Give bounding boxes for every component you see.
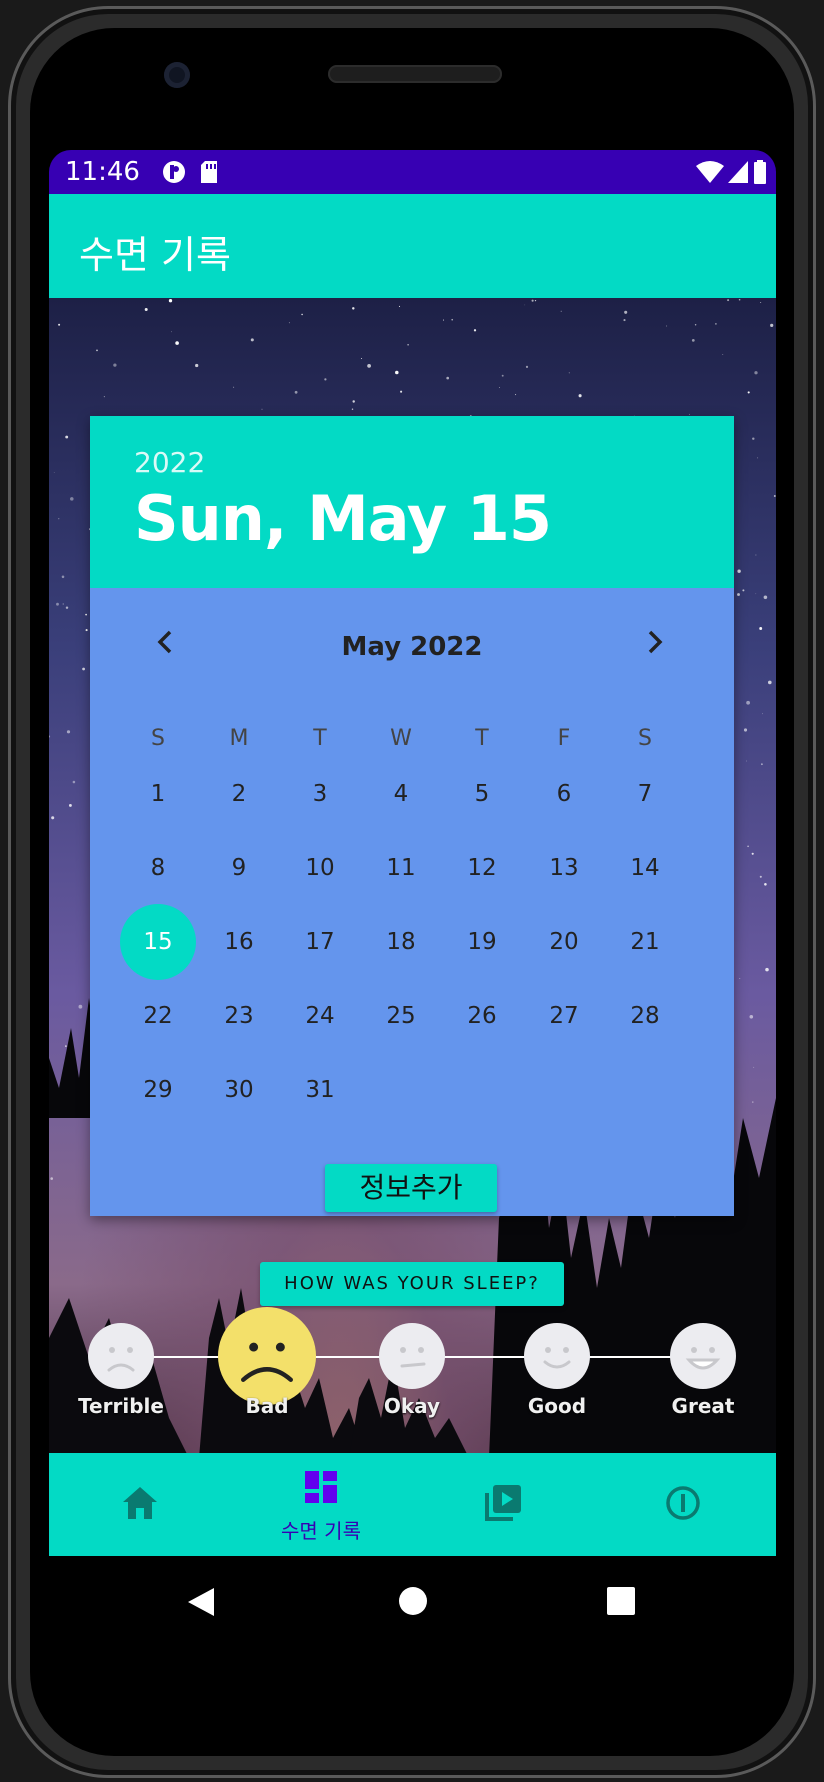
calendar-day[interactable]: 31 [282, 1052, 358, 1128]
chevron-right-icon[interactable] [634, 622, 674, 662]
calendar-day[interactable]: 27 [526, 978, 602, 1054]
wifi-icon [696, 161, 724, 183]
calendar-day[interactable]: 10 [282, 830, 358, 906]
weekday-label: S [151, 726, 165, 751]
calendar-day[interactable]: 9 [201, 830, 277, 906]
system-navigation-bar [0, 1556, 824, 1656]
calendar-day[interactable]: 16 [201, 904, 277, 980]
calendar-day[interactable]: 21 [607, 904, 683, 980]
weekday-label: T [313, 726, 327, 751]
rating-label-okay: Okay [383, 1394, 441, 1418]
header-year[interactable]: 2022 [134, 446, 205, 479]
face-terrible-icon[interactable] [88, 1323, 154, 1389]
calendar-day[interactable]: 11 [363, 830, 439, 906]
rating-label-bad: Bad [245, 1394, 289, 1418]
sd-card-icon [201, 161, 217, 183]
face-okay-icon[interactable] [379, 1323, 445, 1389]
bottom-navigation: 수면 기록 [49, 1453, 776, 1556]
calendar-day[interactable]: 13 [526, 830, 602, 906]
face-good-icon[interactable] [524, 1323, 590, 1389]
video-library-icon [485, 1485, 521, 1521]
calendar-day[interactable]: 6 [526, 756, 602, 832]
calendar-day[interactable]: 20 [526, 904, 602, 980]
calendar-day[interactable]: 26 [444, 978, 520, 1054]
calendar-day[interactable]: 17 [282, 904, 358, 980]
notification-app-icon [163, 161, 185, 183]
nav-item-sleep-record[interactable]: 수면 기록 [231, 1453, 411, 1556]
home-button-icon[interactable] [398, 1586, 428, 1616]
home-icon [123, 1487, 157, 1519]
face-bad-icon[interactable] [218, 1307, 316, 1405]
nav-item-sleep-record-label: 수면 기록 [281, 1519, 361, 1543]
status-bar: 11:46 [49, 150, 776, 194]
battery-icon [754, 160, 766, 184]
app-bar: 수면 기록 [49, 194, 776, 298]
status-time: 11:46 [65, 157, 140, 187]
dashboard-icon [305, 1471, 337, 1503]
recents-icon[interactable] [607, 1587, 635, 1615]
calendar-day[interactable]: 4 [363, 756, 439, 832]
calendar-day[interactable]: 1 [120, 756, 196, 832]
earpiece-speaker [328, 65, 502, 83]
month-navigation: May 2022 [90, 588, 734, 700]
calendar-day[interactable]: 18 [363, 904, 439, 980]
calendar-day[interactable]: 28 [607, 978, 683, 1054]
add-info-button[interactable]: 정보추가 [325, 1164, 497, 1212]
how-was-your-sleep-button[interactable]: HOW WAS YOUR SLEEP? [260, 1262, 564, 1306]
weekday-label: T [475, 726, 489, 751]
calendar-day[interactable]: 8 [120, 830, 196, 906]
cellular-signal-icon [728, 161, 748, 183]
info-icon [666, 1486, 700, 1520]
calendar-day[interactable]: 2 [201, 756, 277, 832]
calendar-day[interactable]: 7 [607, 756, 683, 832]
face-great-icon[interactable] [670, 1323, 736, 1389]
nav-item-videos[interactable] [413, 1453, 593, 1556]
nav-item-info[interactable] [595, 1453, 775, 1556]
weekday-label: F [557, 726, 571, 751]
calendar-day[interactable]: 25 [363, 978, 439, 1054]
calendar-day[interactable]: 24 [282, 978, 358, 1054]
nav-item-home[interactable] [49, 1453, 229, 1556]
calendar-day[interactable]: 3 [282, 756, 358, 832]
calendar-day[interactable]: 12 [444, 830, 520, 906]
calendar-day[interactable]: 19 [444, 904, 520, 980]
weekday-label: S [638, 726, 652, 751]
back-icon[interactable] [186, 1586, 216, 1618]
calendar-day[interactable]: 29 [120, 1052, 196, 1128]
date-picker-dialog: 2022 Sun, May 15 May 2022 SMTWTFS 123456… [90, 416, 734, 1216]
date-picker-header: 2022 Sun, May 15 [90, 416, 734, 588]
app-title: 수면 기록 [79, 233, 231, 277]
rating-label-terrible: Terrible [78, 1394, 164, 1418]
calendar-day[interactable]: 14 [607, 830, 683, 906]
weekday-label: W [390, 726, 412, 751]
rating-label-great: Great [671, 1394, 735, 1418]
weekday-label: M [229, 726, 249, 751]
calendar-day[interactable]: 30 [201, 1052, 277, 1128]
calendar-day[interactable]: 22 [120, 978, 196, 1054]
calendar-day[interactable]: 23 [201, 978, 277, 1054]
calendar-day[interactable]: 5 [444, 756, 520, 832]
calendar-day-selected[interactable]: 15 [120, 904, 196, 980]
header-selected-date: Sun, May 15 [134, 482, 552, 555]
front-camera [164, 62, 190, 88]
rating-label-good: Good [527, 1394, 587, 1418]
screen: 11:46 수면 기록 2022 Sun, May 15 May 2022 S … [49, 150, 776, 1556]
